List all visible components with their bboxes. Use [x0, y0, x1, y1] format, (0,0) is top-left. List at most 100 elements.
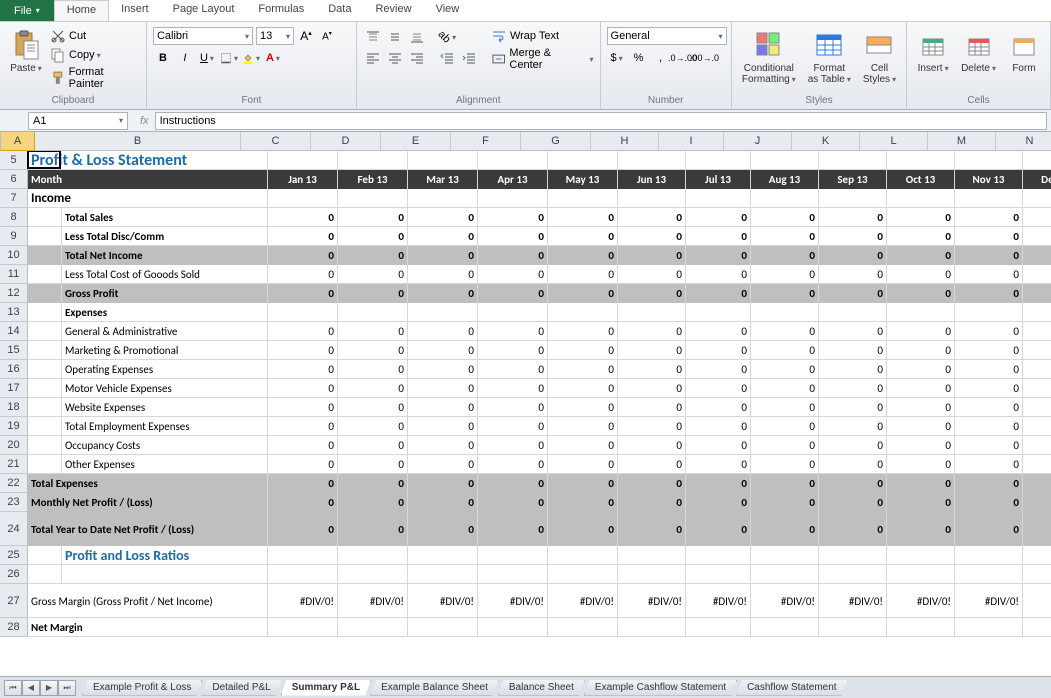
row-header-7[interactable]: 7 — [0, 189, 28, 208]
cell[interactable] — [751, 565, 819, 584]
cell[interactable] — [28, 341, 62, 360]
increase-font-button[interactable]: A▴ — [297, 27, 315, 45]
cell[interactable] — [618, 151, 686, 170]
cell[interactable]: 0 — [338, 379, 408, 398]
tab-data[interactable]: Data — [316, 0, 363, 21]
cell[interactable]: 0 — [408, 208, 478, 227]
cell[interactable]: 0 — [686, 284, 751, 303]
sheet-tab[interactable]: Example Profit & Loss — [82, 680, 202, 696]
row-header-25[interactable]: 25 — [0, 546, 28, 565]
name-box[interactable]: A1▾ — [28, 112, 128, 130]
row-header-27[interactable]: 27 — [0, 584, 28, 618]
cell[interactable] — [28, 417, 62, 436]
cell[interactable]: 0 — [408, 265, 478, 284]
cell[interactable]: Jul 13 — [686, 170, 751, 189]
cell[interactable]: 0 — [268, 417, 338, 436]
cell[interactable]: Aug 13 — [751, 170, 819, 189]
cell[interactable] — [955, 618, 1023, 637]
cell[interactable]: 0 — [1023, 246, 1051, 265]
cell[interactable]: 0 — [751, 227, 819, 246]
cell[interactable] — [686, 151, 751, 170]
row-header-16[interactable]: 16 — [0, 360, 28, 379]
cell[interactable] — [28, 379, 62, 398]
cell[interactable] — [1023, 303, 1051, 322]
cell[interactable] — [268, 565, 338, 584]
cell[interactable] — [548, 189, 618, 208]
cell[interactable]: 0 — [338, 265, 408, 284]
cell[interactable]: #DIV/0! — [548, 584, 618, 618]
cell[interactable]: 0 — [478, 265, 548, 284]
tab-home[interactable]: Home — [54, 0, 109, 21]
cell[interactable] — [955, 151, 1023, 170]
cell[interactable]: 0 — [548, 379, 618, 398]
cell[interactable]: 0 — [618, 493, 686, 512]
cell[interactable]: 0 — [887, 341, 955, 360]
cell[interactable] — [819, 618, 887, 637]
cell[interactable]: 0 — [887, 360, 955, 379]
orientation-button[interactable]: ab — [437, 27, 457, 47]
cell[interactable]: 0 — [955, 265, 1023, 284]
cell[interactable]: 0 — [887, 417, 955, 436]
cell[interactable]: 0 — [548, 493, 618, 512]
cell[interactable]: 0 — [1023, 322, 1051, 341]
formula-input[interactable]: Instructions — [155, 112, 1047, 130]
cell-styles-button[interactable]: Cell Styles — [859, 27, 900, 87]
row-header-5[interactable]: 5 — [0, 151, 28, 170]
cell[interactable]: 0 — [478, 246, 548, 265]
cell[interactable]: Profit & Loss Statement — [28, 151, 268, 170]
cell[interactable]: 0 — [819, 360, 887, 379]
cell[interactable]: 0 — [955, 398, 1023, 417]
tab-view[interactable]: View — [424, 0, 472, 21]
file-tab[interactable]: File▾ — [0, 0, 54, 21]
cell[interactable] — [28, 303, 62, 322]
cell[interactable]: 0 — [268, 436, 338, 455]
cell[interactable]: 0 — [618, 284, 686, 303]
cell[interactable] — [887, 618, 955, 637]
cell[interactable]: 0 — [478, 360, 548, 379]
col-header-B[interactable]: B — [35, 132, 241, 151]
cell[interactable]: #DIV/0! — [478, 584, 548, 618]
cell[interactable] — [28, 565, 62, 584]
cell[interactable] — [955, 546, 1023, 565]
cell[interactable] — [686, 303, 751, 322]
row-header-24[interactable]: 24 — [0, 512, 28, 546]
cell[interactable]: 0 — [618, 474, 686, 493]
row-header-21[interactable]: 21 — [0, 455, 28, 474]
cell[interactable]: 0 — [408, 493, 478, 512]
cell[interactable] — [548, 151, 618, 170]
cell[interactable] — [478, 565, 548, 584]
cell[interactable]: 0 — [751, 474, 819, 493]
cell[interactable]: 0 — [751, 360, 819, 379]
format-cells-button[interactable]: Form — [1004, 27, 1044, 76]
cell[interactable]: Monthly Net Profit / (Loss) — [28, 493, 268, 512]
cell[interactable] — [618, 189, 686, 208]
cell[interactable]: 0 — [1023, 493, 1051, 512]
cell[interactable]: 0 — [478, 379, 548, 398]
cell[interactable]: 0 — [819, 265, 887, 284]
cell[interactable]: Oct 13 — [887, 170, 955, 189]
sheet-tab[interactable]: Balance Sheet — [498, 680, 585, 696]
cell[interactable]: 0 — [618, 379, 686, 398]
cell[interactable] — [751, 303, 819, 322]
col-header-I[interactable]: I — [659, 132, 724, 151]
cell[interactable]: 0 — [955, 474, 1023, 493]
cell[interactable]: Net Margin — [28, 618, 268, 637]
cell[interactable]: Expenses — [62, 303, 268, 322]
cell[interactable]: 0 — [338, 360, 408, 379]
cell[interactable]: 0 — [686, 341, 751, 360]
format-painter-button[interactable]: Format Painter — [50, 65, 140, 91]
cell[interactable]: 0 — [686, 322, 751, 341]
cell[interactable]: 0 — [1023, 284, 1051, 303]
font-size-select[interactable]: 13▾ — [256, 27, 294, 45]
cell[interactable]: Profit and Loss Ratios — [62, 546, 268, 565]
merge-center-button[interactable]: Merge & Center — [491, 46, 594, 72]
cell[interactable]: 0 — [686, 208, 751, 227]
cell[interactable]: 0 — [955, 246, 1023, 265]
number-format-select[interactable]: General▾ — [607, 27, 727, 45]
cut-button[interactable]: Cut — [50, 27, 140, 45]
cell[interactable]: 0 — [548, 227, 618, 246]
cell[interactable]: 0 — [1023, 341, 1051, 360]
cell[interactable]: 0 — [955, 208, 1023, 227]
row-header-18[interactable]: 18 — [0, 398, 28, 417]
cell[interactable]: May 13 — [548, 170, 618, 189]
